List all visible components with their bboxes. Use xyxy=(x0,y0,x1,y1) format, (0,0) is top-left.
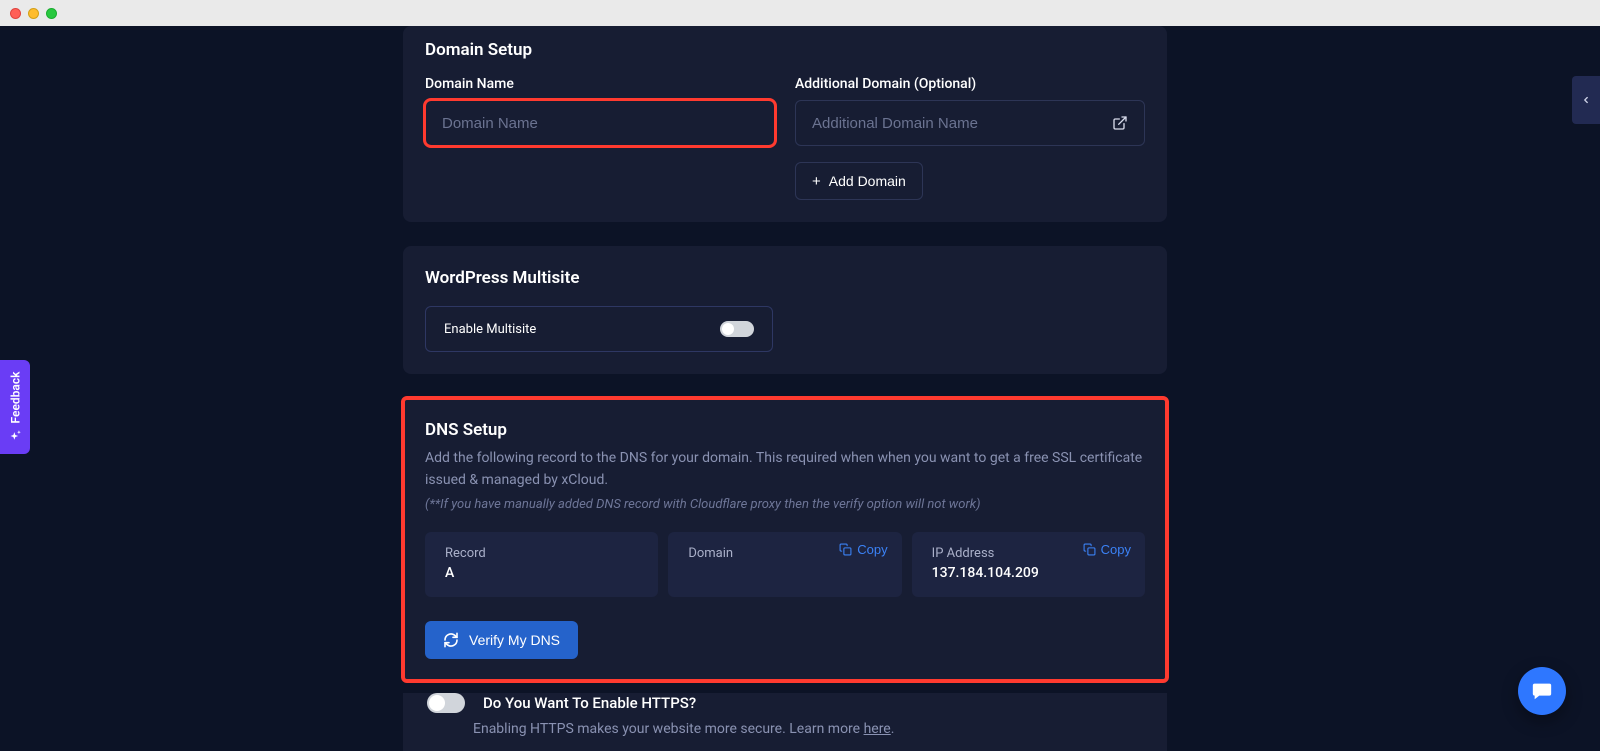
verify-dns-label: Verify My DNS xyxy=(469,632,560,648)
enable-multisite-toggle[interactable] xyxy=(720,321,754,337)
copy-icon xyxy=(1083,543,1096,556)
dns-setup-note: (**If you have manually added DNS record… xyxy=(425,497,1145,512)
dns-domain-cell: Copy Domain xyxy=(668,532,901,597)
additional-domain-label: Additional Domain (Optional) xyxy=(795,76,1145,92)
dns-setup-panel: DNS Setup Add the following record to th… xyxy=(403,398,1167,681)
chat-icon xyxy=(1531,680,1553,702)
dns-ip-cell: Copy IP Address 137.184.104.209 xyxy=(912,532,1145,597)
toggle-knob xyxy=(722,323,734,335)
additional-domain-field-group: Additional Domain (Optional) xyxy=(795,76,1145,146)
sparkle-icon xyxy=(9,429,22,442)
domain-name-field-group: Domain Name xyxy=(425,76,775,146)
https-sub-prefix: Enabling HTTPS makes your website more s… xyxy=(473,721,864,737)
traffic-light-minimize[interactable] xyxy=(28,8,39,19)
traffic-light-zoom[interactable] xyxy=(46,8,57,19)
copy-icon xyxy=(839,543,852,556)
domain-name-input-wrap[interactable] xyxy=(425,100,775,146)
toggle-knob xyxy=(429,695,445,711)
additional-domain-input-wrap[interactable] xyxy=(795,100,1145,146)
chat-bubble-button[interactable] xyxy=(1518,667,1566,715)
add-domain-button[interactable]: + Add Domain xyxy=(795,162,923,200)
dns-record-cell: Record A xyxy=(425,532,658,597)
verify-dns-button[interactable]: Verify My DNS xyxy=(425,621,578,659)
enable-https-question: Do You Want To Enable HTTPS? xyxy=(483,694,696,712)
plus-icon: + xyxy=(812,174,821,189)
multisite-title: WordPress Multisite xyxy=(425,268,1145,288)
https-sub-period: . xyxy=(891,721,895,737)
dns-setup-title: DNS Setup xyxy=(425,420,1145,440)
multisite-panel: WordPress Multisite Enable Multisite xyxy=(403,246,1167,374)
domain-name-label: Domain Name xyxy=(425,76,775,92)
chevron-left-icon xyxy=(1581,93,1591,107)
feedback-tab[interactable]: Feedback xyxy=(0,360,30,454)
refresh-icon xyxy=(443,632,459,648)
copy-ip-button[interactable]: Copy xyxy=(1083,542,1131,557)
additional-domain-input[interactable] xyxy=(812,115,1112,132)
dns-ip-value: 137.184.104.209 xyxy=(932,565,1125,581)
copy-domain-label: Copy xyxy=(857,542,887,557)
dns-record-value: A xyxy=(445,565,638,581)
right-panel-collapse-tab[interactable] xyxy=(1572,76,1600,124)
copy-domain-button[interactable]: Copy xyxy=(839,542,887,557)
add-domain-button-label: Add Domain xyxy=(829,173,906,189)
enable-multisite-label: Enable Multisite xyxy=(444,322,536,337)
domain-setup-panel: Domain Setup Domain Name Additional Doma… xyxy=(403,26,1167,222)
https-learn-more-link[interactable]: here xyxy=(864,721,891,737)
dns-record-label: Record xyxy=(445,546,638,561)
dns-setup-description: Add the following record to the DNS for … xyxy=(425,448,1145,491)
copy-ip-label: Copy xyxy=(1101,542,1131,557)
feedback-label: Feedback xyxy=(8,372,22,424)
domain-setup-title: Domain Setup xyxy=(425,40,1145,60)
https-subtext: Enabling HTTPS makes your website more s… xyxy=(425,721,1145,737)
enable-multisite-box: Enable Multisite xyxy=(425,306,773,352)
window-titlebar xyxy=(0,0,1600,26)
domain-name-input[interactable] xyxy=(442,115,758,132)
https-section: Do You Want To Enable HTTPS? Enabling HT… xyxy=(403,693,1167,751)
traffic-light-close[interactable] xyxy=(10,8,21,19)
dns-records-grid: Record A Copy Domain C xyxy=(425,532,1145,597)
enable-https-toggle[interactable] xyxy=(427,693,465,713)
external-link-icon[interactable] xyxy=(1112,115,1128,131)
